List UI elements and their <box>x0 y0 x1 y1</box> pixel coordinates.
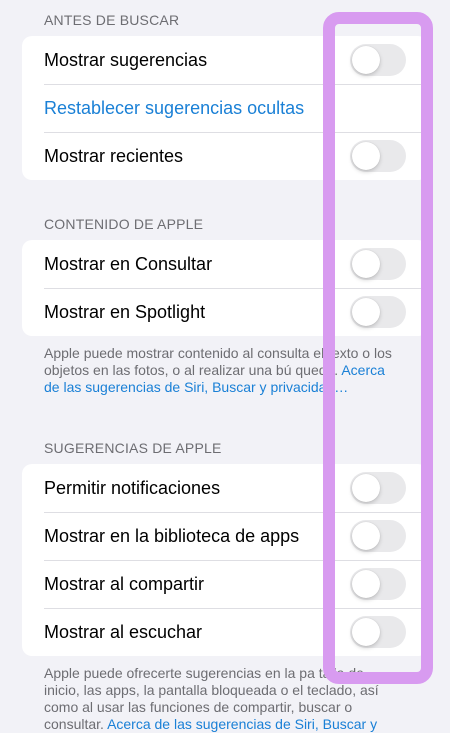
toggle-knob <box>352 618 380 646</box>
allow-notifications-toggle[interactable] <box>350 472 406 504</box>
show-when-listening-toggle[interactable] <box>350 616 406 648</box>
row-allow-notifications[interactable]: Permitir notificaciones <box>22 464 428 512</box>
footer-text: Apple puede mostrar contenido al consult… <box>44 345 392 378</box>
toggle-knob <box>352 570 380 598</box>
row-label: Restablecer sugerencias ocultas <box>44 97 305 118</box>
reset-hidden-suggestions-link[interactable]: Restablecer sugerencias ocultas <box>22 84 428 132</box>
toggle-knob <box>352 474 380 502</box>
show-in-app-library-toggle[interactable] <box>350 520 406 552</box>
section-header-apple-suggestions: SUGERENCIAS DE APPLE <box>44 440 222 456</box>
siri-privacy-link-2[interactable]: Acerca de las sugerencias de Siri, Busca… <box>107 716 377 732</box>
row-show-suggestions[interactable]: Mostrar sugerencias <box>22 36 428 84</box>
toggle-knob <box>352 250 380 278</box>
show-when-sharing-toggle[interactable] <box>350 568 406 600</box>
row-show-recents[interactable]: Mostrar recientes <box>22 132 428 180</box>
group-apple-content: Mostrar en Consultar Mostrar en Spotligh… <box>22 240 428 336</box>
show-recents-toggle[interactable] <box>350 140 406 172</box>
toggle-knob <box>352 522 380 550</box>
row-show-when-listening[interactable]: Mostrar al escuchar <box>22 608 428 656</box>
toggle-knob <box>352 46 380 74</box>
apple-content-footer: Apple puede mostrar contenido al consult… <box>44 345 400 396</box>
row-show-in-app-library[interactable]: Mostrar en la biblioteca de apps <box>22 512 428 560</box>
row-show-in-spotlight[interactable]: Mostrar en Spotlight <box>22 288 428 336</box>
toggle-knob <box>352 298 380 326</box>
section-header-apple-content: CONTENIDO DE APPLE <box>44 216 204 232</box>
group-before-search: Mostrar sugerencias Restablecer sugerenc… <box>22 36 428 180</box>
show-suggestions-toggle[interactable] <box>350 44 406 76</box>
show-in-spotlight-toggle[interactable] <box>350 296 406 328</box>
apple-suggestions-footer: Apple puede ofrecerte sugerencias en la … <box>44 665 400 733</box>
section-header-before-search: ANTES DE BUSCAR <box>44 12 180 28</box>
toggle-knob <box>352 142 380 170</box>
row-show-in-look-up[interactable]: Mostrar en Consultar <box>22 240 428 288</box>
show-in-look-up-toggle[interactable] <box>350 248 406 280</box>
row-show-when-sharing[interactable]: Mostrar al compartir <box>22 560 428 608</box>
group-apple-suggestions: Permitir notificaciones Mostrar en la bi… <box>22 464 428 656</box>
